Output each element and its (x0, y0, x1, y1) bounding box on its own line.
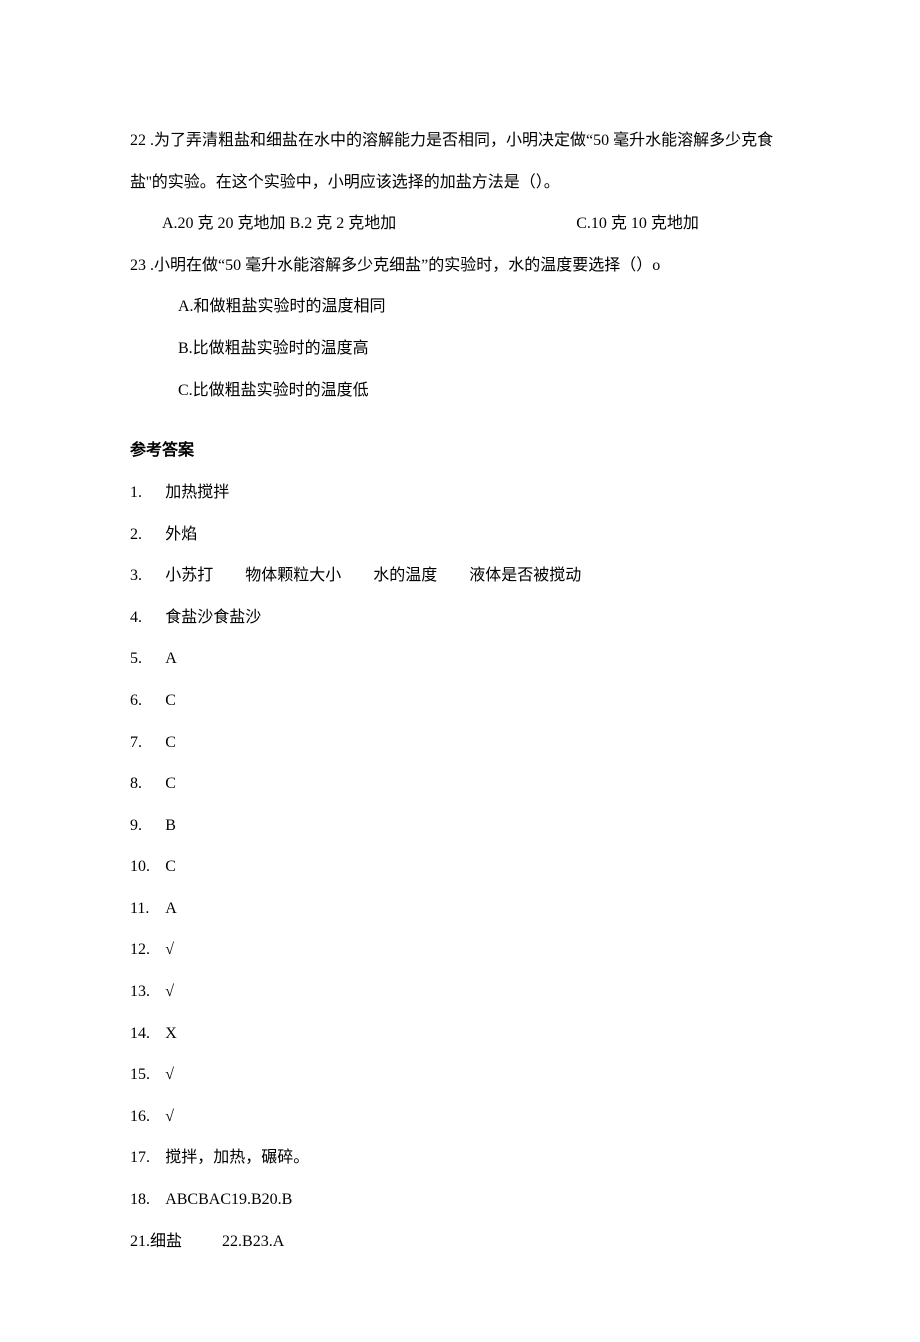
answer-21-prefix: 21.细盐 (130, 1233, 182, 1250)
question-22-text-1: .为了弄清粗盐和细盐在水中的溶解能力是否相同，小明决定做“50 毫升水能溶解多少… (146, 132, 773, 149)
answer-9-num: 9. (130, 805, 165, 847)
answer-4: 4. 食盐沙食盐沙 (130, 597, 790, 639)
answer-13: 13. √ (130, 971, 790, 1013)
answer-4-num: 4. (130, 597, 165, 639)
answer-17-val: 搅拌，加热，碾碎。 (165, 1149, 309, 1166)
answer-16-val: √ (165, 1108, 174, 1125)
answer-3: 3. 小苏打 物体颗粒大小 水的温度 液体是否被搅动 (130, 555, 790, 597)
question-23-option-b: B.比做粗盐实验时的温度高 (130, 328, 790, 370)
answer-3-part-4: 液体是否被搅动 (469, 567, 581, 584)
question-23-text: .小明在做“50 毫升水能溶解多少克细盐”的实验时，水的温度要选择（）o (146, 257, 660, 274)
question-23: 23 .小明在做“50 毫升水能溶解多少克细盐”的实验时，水的温度要选择（）o (130, 245, 790, 287)
answer-3-part-2: 物体颗粒大小 (245, 567, 341, 584)
answer-1-num: 1. (130, 472, 165, 514)
question-22-line2: 盐''的实验。在这个实验中，小明应该选择的加盐方法是（）。 (130, 162, 790, 204)
answer-7-val: C (165, 734, 176, 751)
answer-5-val: A (165, 650, 177, 667)
answer-15: 15. √ (130, 1054, 790, 1096)
answer-21: 21.细盐 22.B23.A (130, 1221, 790, 1263)
question-23-option-a: A.和做粗盐实验时的温度相同 (130, 286, 790, 328)
answer-12-num: 12. (130, 929, 165, 971)
answer-11-val: A (165, 900, 177, 917)
answer-14-val: X (165, 1025, 177, 1042)
answer-17: 17. 搅拌，加热，碾碎。 (130, 1137, 790, 1179)
answer-14-num: 14. (130, 1013, 165, 1055)
answer-2-num: 2. (130, 514, 165, 556)
answer-5-num: 5. (130, 638, 165, 680)
answer-17-num: 17. (130, 1137, 165, 1179)
answer-18-val: ABCBAC19.B20.B (165, 1191, 292, 1208)
answer-13-val: √ (165, 983, 174, 1000)
answer-4-val: 食盐沙食盐沙 (165, 609, 261, 626)
answer-16-num: 16. (130, 1096, 165, 1138)
answer-9-val: B (165, 817, 176, 834)
answer-15-num: 15. (130, 1054, 165, 1096)
answer-18-num: 18. (130, 1179, 165, 1221)
answer-10-val: C (165, 858, 176, 875)
question-23-number: 23 (130, 257, 146, 274)
answer-7-num: 7. (130, 722, 165, 764)
question-22-options: A.20 克 20 克地加 B.2 克 2 克地加 C.10 克 10 克地加 (130, 203, 790, 245)
answer-list: 1. 加热搅拌 2. 外焰 3. 小苏打 物体颗粒大小 水的温度 液体是否被搅动 4.… (130, 472, 790, 1262)
question-23-option-c: C.比做粗盐实验时的温度低 (130, 370, 790, 412)
answer-11-num: 11. (130, 888, 165, 930)
document-page: 22 .为了弄清粗盐和细盐在水中的溶解能力是否相同，小明决定做“50 毫升水能溶… (0, 0, 920, 1342)
question-22-line1: 22 .为了弄清粗盐和细盐在水中的溶解能力是否相同，小明决定做“50 毫升水能溶… (130, 120, 790, 162)
answer-3-part-3: 水的温度 (373, 567, 437, 584)
answer-10-num: 10. (130, 846, 165, 888)
answer-5: 5. A (130, 638, 790, 680)
answer-11: 11. A (130, 888, 790, 930)
answer-14: 14. X (130, 1013, 790, 1055)
answer-9: 9. B (130, 805, 790, 847)
question-22-option-a: A.20 克 20 克地加 (162, 215, 286, 232)
question-22-option-b: B.2 克 2 克地加 (290, 215, 397, 232)
answer-21-rest: 22.B23.A (222, 1233, 284, 1250)
answer-2-val: 外焰 (165, 526, 197, 543)
answer-6-num: 6. (130, 680, 165, 722)
answer-10: 10. C (130, 846, 790, 888)
answer-3-part-1: 小苏打 (165, 567, 213, 584)
question-22-number: 22 (130, 132, 146, 149)
answer-18: 18. ABCBAC19.B20.B (130, 1179, 790, 1221)
answer-1-val: 加热搅拌 (165, 484, 229, 501)
answer-2: 2. 外焰 (130, 514, 790, 556)
answer-8: 8. C (130, 763, 790, 805)
answers-heading: 参考答案 (130, 430, 790, 472)
answer-16: 16. √ (130, 1096, 790, 1138)
answer-6: 6. C (130, 680, 790, 722)
answer-15-val: √ (165, 1066, 174, 1083)
answer-1: 1. 加热搅拌 (130, 472, 790, 514)
answer-8-num: 8. (130, 763, 165, 805)
answer-6-val: C (165, 692, 176, 709)
answer-13-num: 13. (130, 971, 165, 1013)
answer-12-val: √ (165, 941, 174, 958)
answer-7: 7. C (130, 722, 790, 764)
question-22-option-c: C.10 克 10 克地加 (576, 203, 699, 245)
answer-8-val: C (165, 775, 176, 792)
question-23-options: A.和做粗盐实验时的温度相同 B.比做粗盐实验时的温度高 C.比做粗盐实验时的温… (130, 286, 790, 411)
answer-3-num: 3. (130, 555, 165, 597)
answer-12: 12. √ (130, 929, 790, 971)
